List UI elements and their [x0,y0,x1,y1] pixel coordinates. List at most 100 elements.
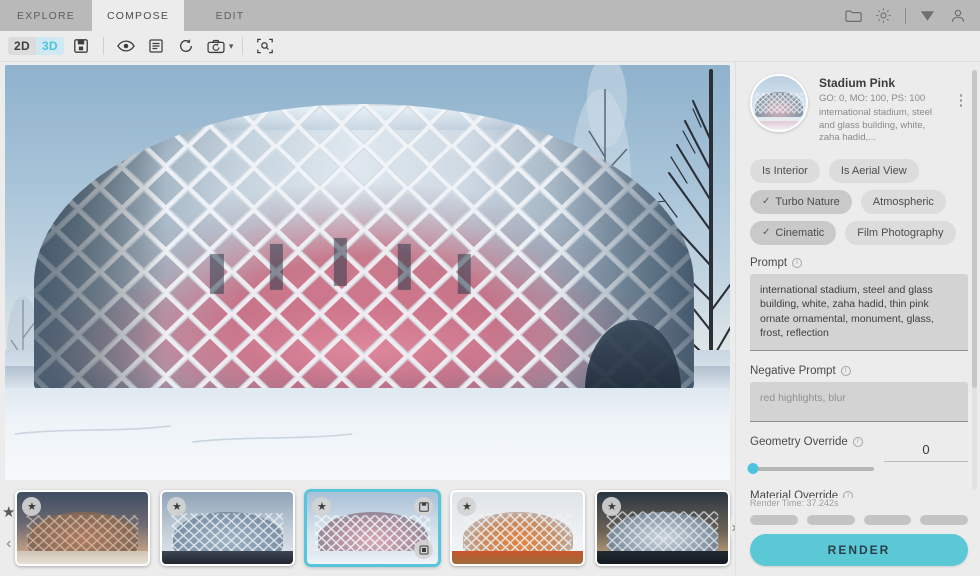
placeholder-bar-4 [920,515,968,525]
view-mode-2d-button[interactable]: 2D [8,37,36,55]
application-window: EXPLORE COMPOSE EDIT 2D 3D ▾ ★ ‹ ★ ★ ★ ★… [0,0,980,576]
scene-snow-tracks [14,425,353,443]
chip-is-interior-label: Is Interior [762,164,808,177]
main-body: ★ ‹ ★ ★ ★ ★ ★ Stadium Pink GO: 0, MO: 10… [0,62,980,576]
geometry-value-spacer: 0 [884,436,968,462]
info-icon[interactable]: i [840,365,851,376]
chip-is-interior[interactable]: Is Interior [750,158,820,183]
folder-icon[interactable] [845,7,862,24]
gear-icon[interactable] [875,7,892,24]
preset-card-text: Stadium Pink GO: 0, MO: 100, PS: 100 int… [819,74,943,145]
tabbar-spacer [276,0,845,31]
panel-footer: Render Time: 37.242s RENDER [736,498,980,576]
geometry-slider-rail [750,466,874,471]
chip-atmospheric[interactable]: Atmospheric [860,189,946,214]
info-icon[interactable]: i [843,490,854,498]
chip-is-aerial-view-label: Is Aerial View [840,164,907,177]
top-right-icon-group [845,0,980,31]
negative-prompt-label-row: Negative Prompt i [750,365,968,377]
negative-prompt-input[interactable]: red highlights, blur [750,381,968,422]
thumbnail-item-4[interactable]: ★ [450,490,586,566]
thumbnail-filmstrip: ★ ‹ ★ ★ ★ ★ ★ [0,480,737,576]
material-value-spacer: 100 [884,490,968,499]
material-override-head: Material Override i 100 [750,489,968,499]
material-override-value[interactable]: 100 [884,496,968,499]
properties-panel: Stadium Pink GO: 0, MO: 100, PS: 100 int… [735,62,980,576]
preset-description: international stadium, steel and glass b… [819,107,933,143]
save-icon[interactable] [68,34,94,58]
camera-icon[interactable] [203,34,229,58]
tab-explore[interactable]: EXPLORE [0,0,92,31]
user-account-icon[interactable] [949,7,966,24]
toolbar-separator-1 [102,37,104,55]
tab-edit-label: EDIT [215,9,245,22]
placeholder-bar-group [750,515,968,525]
info-icon[interactable]: i [852,436,863,447]
prompt-input[interactable]: international stadium, steel and glass b… [750,273,968,351]
chip-turbo-nature-label: Turbo Nature [775,195,840,208]
material-override-label-row: Material Override i [750,489,854,499]
tab-compose-label: COMPOSE [106,9,170,22]
filmstrip-prev-button[interactable]: ‹ [6,535,11,553]
prompt-label-row: Prompt i [750,257,968,269]
scene-stadium [34,104,694,394]
geometry-override-head: Geometry Override i 0 [750,436,968,462]
chip-cinematic[interactable]: ✓ Cinematic [750,220,837,245]
chip-film-photography[interactable]: Film Photography [845,220,956,245]
geometry-override-slider[interactable] [747,462,874,476]
prompt-label: Prompt [750,256,788,269]
view-mode-3d-button[interactable]: 3D [35,37,64,55]
left-pane: ★ ‹ ★ ★ ★ ★ ★ [0,62,737,576]
eye-icon[interactable] [113,34,139,58]
thumbnail-item-2[interactable]: ★ [160,490,296,566]
zoom-fit-icon[interactable] [252,34,278,58]
chip-atmospheric-label: Atmospheric [872,195,934,208]
preset-meta: GO: 0, MO: 100, PS: 100 [819,93,926,104]
geometry-slider-bottom [747,462,968,476]
thumbnail-item-5[interactable]: ★ [595,490,731,566]
top-tab-bar: EXPLORE COMPOSE EDIT [0,0,980,31]
filmstrip-left-controls: ★ ‹ [2,503,15,553]
info-icon[interactable]: i [792,257,803,268]
list-icon[interactable] [143,34,169,58]
placeholder-bar-2 [806,515,855,525]
toolbar-separator-2 [242,37,244,55]
chip-is-aerial-view[interactable]: Is Aerial View [828,158,919,183]
panel-scroll-area: Stadium Pink GO: 0, MO: 100, PS: 100 int… [736,62,980,498]
placeholder-bar-1 [750,515,798,525]
geometry-override-value[interactable]: 0 [884,442,968,462]
check-icon: ✓ [762,226,771,238]
geometry-override-label: Geometry Override [750,435,848,448]
tab-explore-label: EXPLORE [16,9,75,22]
render-time-label: Render Time: 37.242s [750,498,839,508]
refresh-icon[interactable] [173,34,199,58]
chip-cinematic-label: Cinematic [775,226,825,239]
geometry-override-label-row: Geometry Override i [750,436,863,448]
material-override-row: Material Override i 100 [750,489,968,499]
thumbnail-item-3[interactable]: ★ [305,490,441,566]
check-icon: ✓ [762,195,771,207]
geometry-slider-knob[interactable] [747,463,759,474]
style-chip-group: Is Interior Is Aerial View ✓ Turbo Nature… [750,158,968,257]
view-mode-segmented-control: 2D 3D [8,37,64,55]
chevron-down-icon[interactable]: ▾ [229,41,234,52]
viewport-toolbar: 2D 3D ▾ [0,31,980,62]
favorites-filter-star-icon[interactable]: ★ [2,503,15,521]
render-button[interactable]: RENDER [750,534,968,566]
placeholder-bar-3 [863,515,912,525]
chip-turbo-nature[interactable]: ✓ Turbo Nature [750,189,852,214]
tab-compose[interactable]: COMPOSE [92,0,184,31]
tab-edit[interactable]: EDIT [184,0,276,31]
preset-card[interactable]: Stadium Pink GO: 0, MO: 100, PS: 100 int… [750,72,968,159]
render-viewport[interactable] [5,65,730,480]
preset-avatar[interactable] [750,74,808,132]
thumbnail-list: ★ ★ ★ ★ ★ [15,490,731,566]
negative-prompt-label: Negative Prompt [750,364,836,377]
thumbnail-item-1[interactable]: ★ [15,490,151,566]
chip-film-photography-label: Film Photography [857,226,944,239]
material-override-label: Material Override [750,489,839,499]
preset-title: Stadium Pink [819,76,896,90]
geometry-override-row: Geometry Override i 0 [747,436,968,476]
brand-logo-icon[interactable] [919,7,936,24]
card-more-menu-icon[interactable] [954,74,968,107]
